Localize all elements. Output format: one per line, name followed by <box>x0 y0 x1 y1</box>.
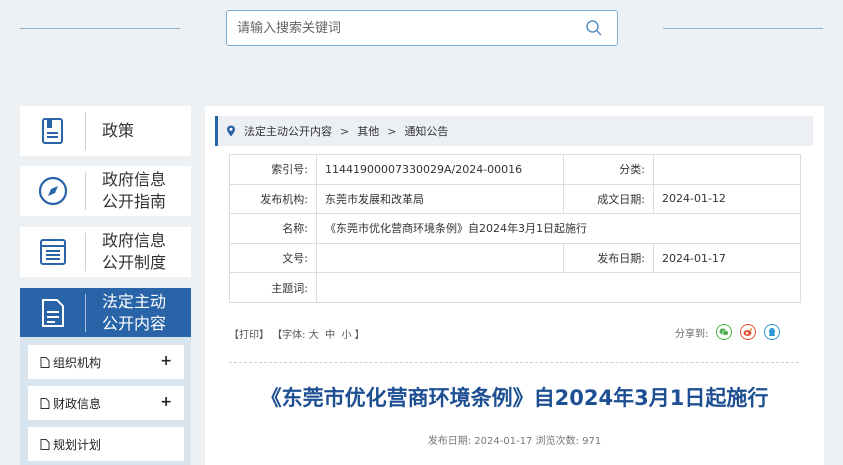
breadcrumb-item[interactable]: 其他 <box>357 123 379 139</box>
publisher-label: 发布机构: <box>229 183 317 215</box>
weibo-share-icon[interactable] <box>740 324 757 340</box>
wechat-share-icon[interactable] <box>716 324 733 340</box>
table-row: 文号: 发布日期: 2024-01-17 <box>229 242 801 274</box>
index-value: 11441900007330029A/2024-00016 <box>316 154 564 185</box>
compass-icon <box>20 172 86 210</box>
article-title: 《东莞市优化营商环境条例》自2024年3月1日起施行 <box>260 386 769 410</box>
table-row: 索引号: 11441900007330029A/2024-00016 分类: <box>229 154 801 185</box>
sidebar-item-system[interactable]: 政府信息 公开制度 <box>20 227 191 277</box>
article-tools: 【打印】 【字体: 大 中 小 】 <box>229 326 365 341</box>
expand-icon[interactable]: + <box>160 353 172 369</box>
doc-icon <box>40 438 50 450</box>
print-button[interactable]: 【打印】 <box>229 330 269 341</box>
font-medium-button[interactable]: 中 <box>325 330 335 341</box>
breadcrumb-item[interactable]: 法定主动公开内容 <box>244 123 332 139</box>
book-icon <box>20 112 86 150</box>
breadcrumb-separator: > <box>340 124 350 138</box>
label-line: 法定主动 <box>102 291 167 311</box>
subject-label: 主题词: <box>229 272 317 303</box>
divider <box>229 362 799 363</box>
header-divider-right <box>663 28 823 29</box>
sidebar-submenu: 组织机构 + 财政信息 + 规划计划 <box>20 337 191 465</box>
table-row: 主题词: <box>229 272 801 303</box>
sidebar-item-label: 政府信息 公开指南 <box>86 169 166 213</box>
created-date-value: 2024-01-12 <box>653 183 801 215</box>
font-small-button[interactable]: 小 <box>341 330 351 341</box>
created-date-label: 成文日期: <box>563 183 654 215</box>
search-icon[interactable] <box>585 19 603 37</box>
font-large-button[interactable]: 大 <box>309 330 319 341</box>
qq-share-icon[interactable] <box>764 324 781 340</box>
category-label: 分类: <box>563 154 654 185</box>
publish-date-label: 发布日期: <box>563 242 654 274</box>
sidebar-item-mandatory-disclosure[interactable]: 法定主动 公开内容 <box>20 288 191 337</box>
publish-date-value: 2024-01-17 <box>653 242 801 274</box>
doc-number-label: 文号: <box>229 242 317 274</box>
category-value <box>653 154 801 185</box>
breadcrumb-separator: > <box>387 124 397 138</box>
submenu-item-organization[interactable]: 组织机构 + <box>28 345 184 379</box>
sidebar-item-label: 法定主动 公开内容 <box>86 291 166 335</box>
breadcrumb-item[interactable]: 通知公告 <box>404 123 448 139</box>
main-panel: 法定主动公开内容 > 其他 > 通知公告 索引号: 11441900007330… <box>205 106 824 465</box>
document-meta-table: 索引号: 11441900007330029A/2024-00016 分类: 发… <box>229 154 801 303</box>
sidebar-item-label: 政策 <box>102 121 135 140</box>
doc-number-value <box>316 242 564 274</box>
share-bar: 分享到: <box>675 324 781 340</box>
expand-icon[interactable]: + <box>160 394 172 410</box>
sidebar-item-label: 政府信息 公开制度 <box>86 230 166 274</box>
subject-value <box>316 272 801 303</box>
location-pin-icon <box>227 125 235 137</box>
document-icon <box>20 293 86 332</box>
font-size-suffix: 】 <box>354 330 365 341</box>
font-size-prefix: 【字体: <box>272 330 306 341</box>
doc-icon <box>40 397 50 409</box>
doc-icon <box>40 356 50 368</box>
sidebar-item-policy[interactable]: 政策 <box>20 106 191 156</box>
label-line: 公开内容 <box>102 313 167 333</box>
submenu-label: 组织机构 <box>53 355 102 370</box>
search-input[interactable] <box>237 11 567 45</box>
breadcrumb: 法定主动公开内容 > 其他 > 通知公告 <box>215 116 813 146</box>
publisher-value: 东莞市发展和改革局 <box>316 183 564 215</box>
sidebar-item-guide[interactable]: 政府信息 公开指南 <box>20 166 191 216</box>
label-line: 公开指南 <box>102 192 167 211</box>
submenu-label: 财政信息 <box>53 396 102 411</box>
submenu-label: 规划计划 <box>53 437 102 452</box>
table-row: 发布机构: 东莞市发展和改革局 成文日期: 2024-01-12 <box>229 183 801 215</box>
article-publish-info: 发布日期: 2024-01-17 浏览次数: 971 <box>427 436 602 447</box>
index-label: 索引号: <box>229 154 317 185</box>
name-value: 《东莞市优化营商环境条例》自2024年3月1日起施行 <box>316 213 801 244</box>
table-row: 名称: 《东莞市优化营商环境条例》自2024年3月1日起施行 <box>229 213 801 244</box>
header-divider-left <box>20 28 180 29</box>
submenu-item-finance[interactable]: 财政信息 + <box>28 386 184 420</box>
search-box <box>226 10 618 46</box>
name-label: 名称: <box>229 213 317 244</box>
label-line: 公开制度 <box>102 253 167 272</box>
label-line: 政府信息 <box>102 170 167 189</box>
submenu-item-planning[interactable]: 规划计划 <box>28 427 184 461</box>
share-label: 分享到: <box>675 328 709 340</box>
list-doc-icon <box>20 233 86 271</box>
label-line: 政府信息 <box>102 231 167 250</box>
